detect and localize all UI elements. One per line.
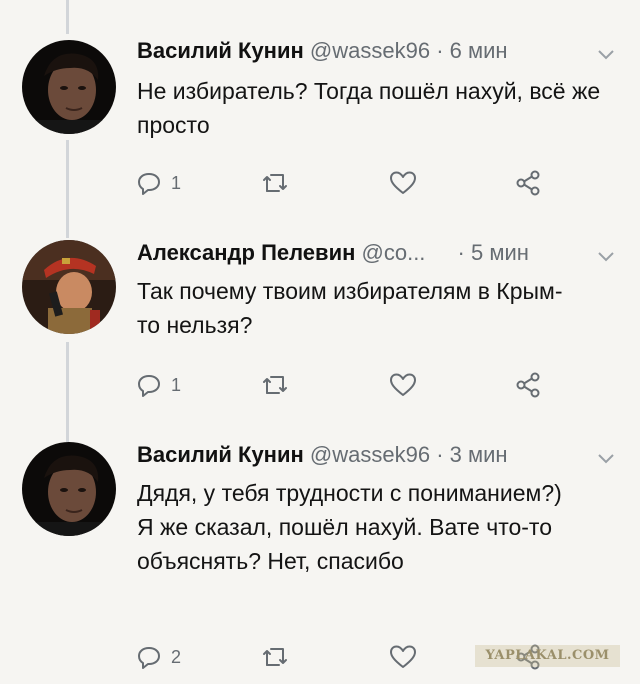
share-button[interactable]: [513, 368, 543, 402]
timestamp[interactable]: 3 мин: [450, 442, 508, 467]
like-button[interactable]: [388, 640, 418, 674]
retweet-button[interactable]: [260, 368, 290, 402]
tweet-actions: 1: [135, 368, 575, 402]
separator: ·: [436, 38, 444, 63]
chevron-down-icon[interactable]: [596, 250, 616, 264]
like-button[interactable]: [388, 166, 418, 200]
thread-line: [66, 342, 69, 442]
thread-line: [66, 140, 69, 238]
reply-count: 1: [171, 172, 182, 193]
reply-button[interactable]: 1: [135, 166, 181, 200]
like-button[interactable]: [388, 368, 418, 402]
author-name[interactable]: Александр Пелевин: [137, 240, 355, 265]
timestamp[interactable]: 6 мин: [450, 38, 508, 63]
heart-icon: [390, 645, 416, 668]
reply-icon: [138, 647, 160, 669]
chevron-down-icon[interactable]: [596, 452, 616, 466]
author-handle[interactable]: @wassek96: [310, 442, 430, 467]
share-button[interactable]: [513, 166, 543, 200]
heart-icon: [390, 171, 416, 194]
author-name[interactable]: Василий Кунин: [137, 38, 304, 63]
author-handle[interactable]: @wassek96: [310, 38, 430, 63]
tweet-text: Дядя, у тебя трудности с пониманием?) Я …: [137, 480, 562, 574]
reply-icon: [138, 173, 160, 195]
retweet-icon: [263, 648, 287, 666]
avatar[interactable]: [22, 240, 116, 334]
reply-count: 1: [171, 374, 182, 395]
retweet-icon: [263, 376, 287, 394]
separator: ·: [436, 442, 444, 467]
share-icon: [516, 170, 540, 196]
chevron-down-icon[interactable]: [596, 48, 616, 62]
share-icon: [516, 372, 540, 398]
tweet-text: Так почему твоим избирателям в Крым-то н…: [137, 278, 563, 338]
thread-line: [66, 0, 69, 34]
watermark: YAPLAKAL.COM: [475, 645, 620, 667]
reply-icon: [138, 375, 160, 397]
timestamp[interactable]: 5 мин: [471, 240, 529, 265]
tweet-header: Василий Кунин @wassek96 · 6 мин: [137, 36, 607, 66]
retweet-icon: [263, 174, 287, 192]
heart-icon: [390, 373, 416, 396]
tweet-header: Александр Пелевин @co... · 5 мин: [137, 238, 607, 268]
reply-button[interactable]: 1: [135, 368, 181, 402]
author-handle[interactable]: @co...: [362, 240, 426, 265]
retweet-button[interactable]: [260, 640, 290, 674]
tweet-header: Василий Кунин @wassek96 · 3 мин: [137, 440, 607, 470]
author-name[interactable]: Василий Кунин: [137, 442, 304, 467]
reply-button[interactable]: 2: [135, 640, 181, 674]
avatar[interactable]: [22, 40, 116, 134]
avatar[interactable]: [22, 442, 116, 536]
retweet-button[interactable]: [260, 166, 290, 200]
reply-count: 2: [171, 646, 182, 667]
separator: ·: [457, 240, 465, 265]
tweet-text: Не избиратель? Тогда пошёл нахуй, всё же…: [137, 78, 601, 138]
tweet-actions: 1: [135, 166, 575, 200]
